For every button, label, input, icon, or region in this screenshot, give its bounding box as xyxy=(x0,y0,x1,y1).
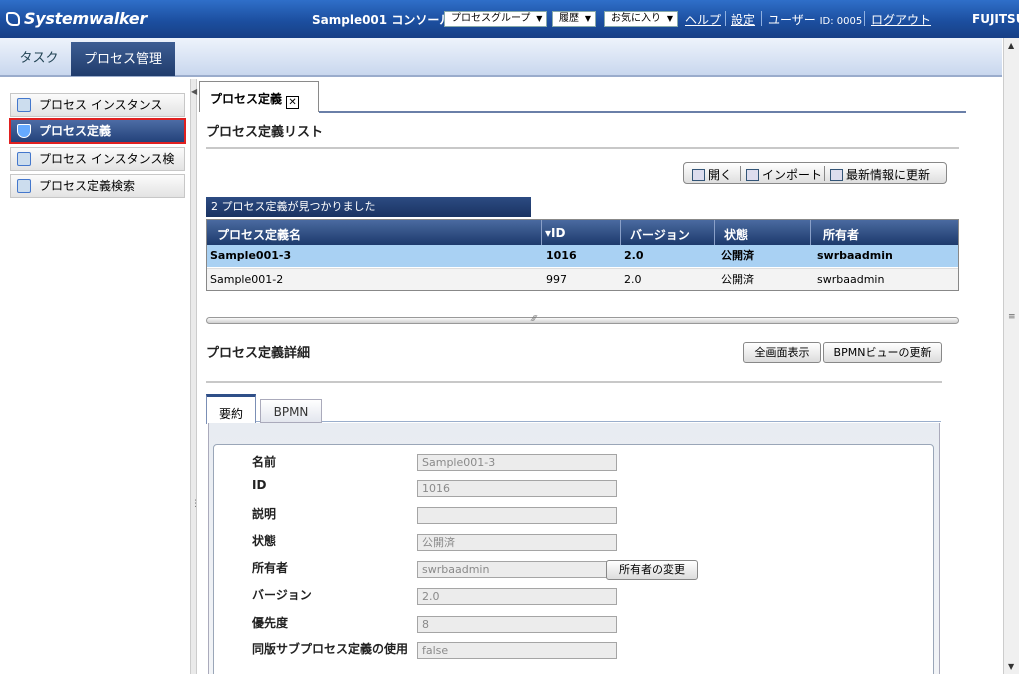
table-header: プロセス定義名 ▾ID バージョン 状態 所有者 xyxy=(207,220,958,245)
subtab-underline xyxy=(255,421,941,422)
sidebar-item-process-instance-search[interactable]: プロセス インスタンス検索 xyxy=(10,147,185,188)
drag-handle-icon: ⁄⁄⁄ xyxy=(532,314,537,323)
toolbar-divider xyxy=(824,166,825,181)
column-header-id[interactable]: ▾ID xyxy=(545,226,565,240)
definition-detail-title: プロセス定義詳細 xyxy=(206,346,311,361)
toolbar-divider xyxy=(740,166,741,181)
user-info: ユーザー ID: 0005 xyxy=(768,13,863,27)
chevron-down-icon: ▼ xyxy=(536,14,543,23)
top-header: Systemwalker Sample001 コンソール プロセスグループ ▼ 履… xyxy=(0,0,1019,38)
definition-list-title: プロセス定義リスト xyxy=(206,125,324,140)
sidebar-item-process-definition[interactable]: プロセス定義 xyxy=(9,118,186,144)
import-icon xyxy=(746,169,759,181)
summary-fields: 名前 Sample001-3 ID 1016 説明 状態 公開済 所有者 swr… xyxy=(213,444,934,674)
scroll-down-icon[interactable]: ▼ xyxy=(1008,662,1014,671)
sidebar: プロセス インスタンス プロセス定義 プロセス インスタンス検索 プロセス定義検… xyxy=(0,79,190,674)
name-field: Sample001-3 xyxy=(417,454,617,471)
field-label-name: 名前 xyxy=(252,455,277,469)
panel-resize-bar[interactable]: ⁄⁄⁄ xyxy=(206,314,959,324)
field-label-id: ID xyxy=(252,478,267,492)
search-icon xyxy=(17,179,31,193)
field-label-version: バージョン xyxy=(252,588,312,602)
table-row[interactable]: Sample001-2 997 2.0 公開済 swrbaadmin xyxy=(207,268,958,290)
table-row[interactable]: Sample001-3 1016 2.0 公開済 swrbaadmin xyxy=(207,245,958,267)
header-divider xyxy=(725,11,726,26)
tab-task[interactable]: タスク xyxy=(9,44,69,74)
sidebar-splitter[interactable]: ◀ ⋮ xyxy=(190,79,200,674)
main-tab-bar: タスク プロセス管理 xyxy=(0,38,1002,77)
bpmn-refresh-button[interactable]: BPMNビューの更新 xyxy=(823,342,942,363)
open-button[interactable]: 開く xyxy=(692,166,732,183)
column-divider xyxy=(541,220,542,245)
description-field xyxy=(417,507,617,524)
tab-process-management[interactable]: プロセス管理 xyxy=(71,42,175,76)
main-content: プロセス定義 ✕ プロセス定義リスト 開く インポート 最新情報に更新 2 プロセ… xyxy=(198,79,1003,674)
logout-link[interactable]: ログアウト xyxy=(871,11,931,28)
list-toolbar: 開く インポート 最新情報に更新 xyxy=(683,162,947,184)
tab-underline xyxy=(319,111,966,113)
change-owner-button[interactable]: 所有者の変更 xyxy=(606,560,698,580)
tab-summary[interactable]: 要約 xyxy=(206,394,256,424)
use-same-version-subprocess-field: false xyxy=(417,642,617,659)
result-count-banner: 2 プロセス定義が見つかりました xyxy=(206,197,531,217)
fujitsu-logo: FUJITSU xyxy=(972,12,1019,26)
column-header-version[interactable]: バージョン xyxy=(630,226,690,243)
field-label-description: 説明 xyxy=(252,507,277,521)
console-title: Sample001 コンソール xyxy=(312,13,452,27)
column-header-status[interactable]: 状態 xyxy=(724,226,748,243)
process-group-menu[interactable]: プロセスグループ ▼ xyxy=(444,11,548,27)
chevron-down-icon: ▼ xyxy=(584,14,591,23)
header-divider xyxy=(761,11,762,26)
sidebar-item-process-definition-search[interactable]: プロセス定義検索 xyxy=(10,174,185,198)
help-link[interactable]: ヘルプ xyxy=(685,11,721,28)
field-label-owner: 所有者 xyxy=(252,561,289,575)
column-divider xyxy=(810,220,811,245)
id-field: 1016 xyxy=(417,480,617,497)
search-icon xyxy=(17,152,31,166)
systemwalker-logo: Systemwalker xyxy=(6,9,147,28)
owner-field: swrbaadmin xyxy=(417,561,617,578)
refresh-icon xyxy=(830,169,843,181)
scroll-grip-icon[interactable]: ≡ xyxy=(1008,312,1016,322)
open-icon xyxy=(692,169,705,181)
sidebar-item-process-instance[interactable]: プロセス インスタンス xyxy=(10,93,185,117)
chevron-down-icon: ▼ xyxy=(666,14,673,23)
column-divider xyxy=(714,220,715,245)
status-field: 公開済 xyxy=(417,534,617,551)
header-divider xyxy=(864,11,865,26)
tab-bpmn[interactable]: BPMN xyxy=(260,399,322,423)
version-field: 2.0 xyxy=(417,588,617,605)
refresh-button[interactable]: 最新情報に更新 xyxy=(830,166,930,183)
close-icon[interactable]: ✕ xyxy=(286,96,300,109)
shield-icon xyxy=(17,124,31,138)
field-label-use-same-version-subprocess: 同版サブプロセス定義の使用 xyxy=(252,642,409,656)
column-divider xyxy=(620,220,621,245)
process-instance-icon xyxy=(17,98,31,112)
definition-table: プロセス定義名 ▾ID バージョン 状態 所有者 Sample001-3 101… xyxy=(206,219,959,291)
tab-process-definition[interactable]: プロセス定義 ✕ xyxy=(199,81,319,112)
vertical-scrollbar[interactable]: ▲ ≡ ▼ xyxy=(1003,38,1019,674)
scroll-up-icon[interactable]: ▲ xyxy=(1008,41,1014,50)
import-button[interactable]: インポート xyxy=(746,166,822,183)
collapse-left-icon[interactable]: ◀ xyxy=(191,87,197,96)
priority-field: 8 xyxy=(417,616,617,633)
history-menu[interactable]: 履歴 ▼ xyxy=(552,11,596,27)
field-label-priority: 優先度 xyxy=(252,616,289,630)
fullscreen-button[interactable]: 全画面表示 xyxy=(743,342,821,363)
systemwalker-logo-icon xyxy=(6,12,20,26)
column-header-owner[interactable]: 所有者 xyxy=(823,226,859,243)
settings-link[interactable]: 設定 xyxy=(731,11,755,28)
divider xyxy=(206,147,959,149)
divider xyxy=(206,381,942,383)
favorites-menu[interactable]: お気に入り ▼ xyxy=(604,11,678,27)
column-header-name[interactable]: プロセス定義名 xyxy=(217,226,301,243)
field-label-status: 状態 xyxy=(252,534,277,548)
